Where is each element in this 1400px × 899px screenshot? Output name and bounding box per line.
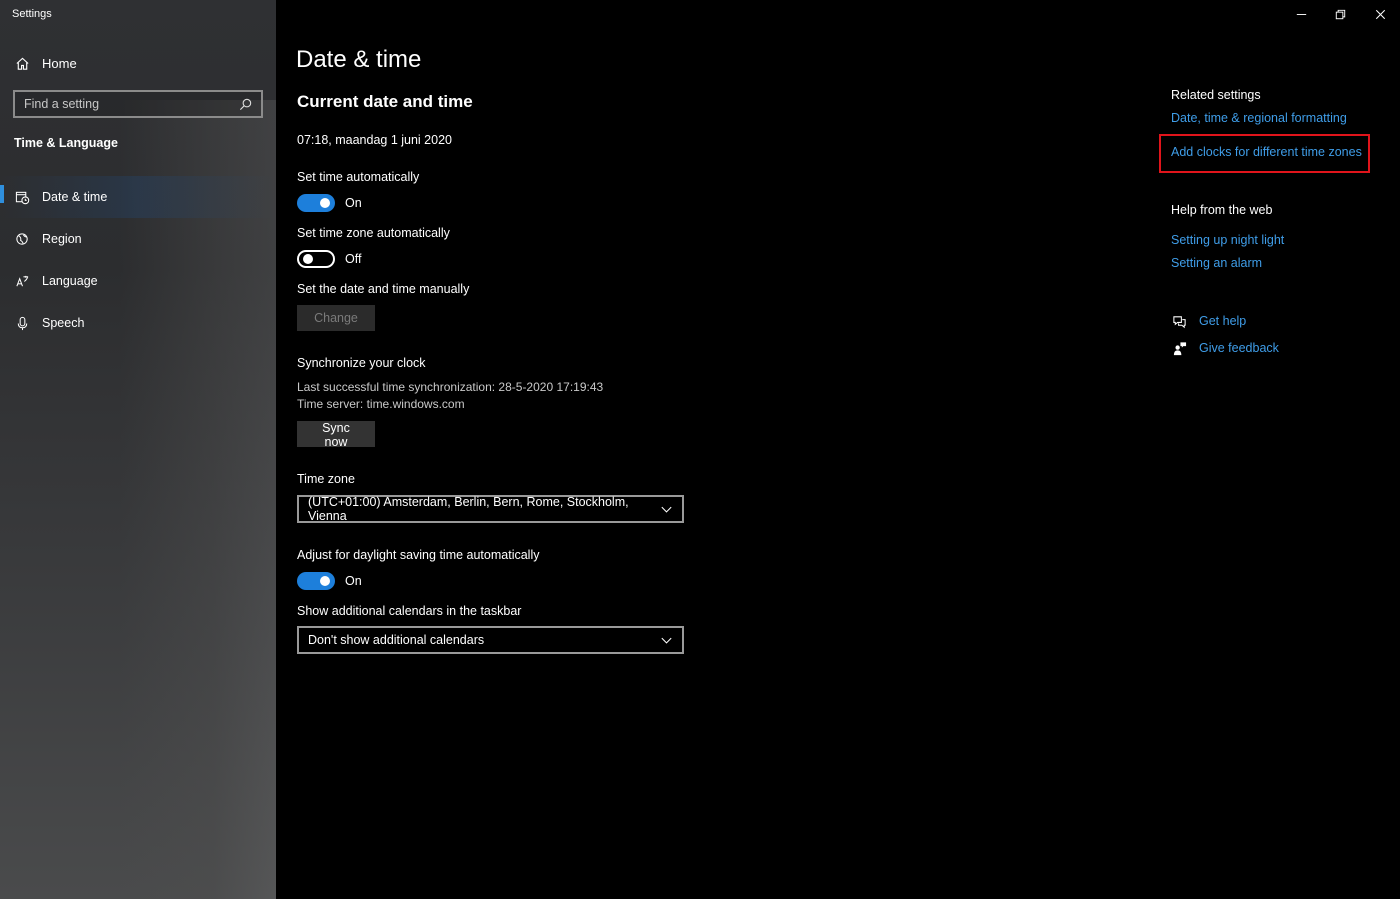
section-heading-current: Current date and time bbox=[297, 92, 473, 111]
sidebar-item-label: Language bbox=[42, 274, 98, 288]
nav-home-label: Home bbox=[42, 55, 77, 71]
home-icon bbox=[14, 55, 30, 71]
dst-toggle[interactable] bbox=[297, 572, 335, 590]
time-server-text: Time server: time.windows.com bbox=[297, 397, 465, 411]
app-title: Settings bbox=[12, 8, 52, 20]
chat-help-icon bbox=[1171, 313, 1187, 329]
sidebar-item-label: Speech bbox=[42, 316, 85, 330]
dst-label: Adjust for daylight saving time automati… bbox=[297, 548, 540, 562]
sidebar-nav: Date & time Region Language Speech bbox=[0, 176, 276, 344]
set-timezone-auto-toggle[interactable] bbox=[297, 250, 335, 268]
page-title: Date & time bbox=[296, 46, 422, 73]
set-timezone-auto-state: Off bbox=[345, 252, 362, 266]
sidebar-item-date-time[interactable]: Date & time bbox=[0, 176, 276, 218]
link-night-light[interactable]: Setting up night light bbox=[1171, 233, 1284, 247]
give-feedback-row[interactable]: Give feedback bbox=[1171, 340, 1279, 356]
related-heading: Related settings bbox=[1171, 88, 1261, 102]
toggle-knob bbox=[320, 198, 330, 208]
give-feedback-link[interactable]: Give feedback bbox=[1199, 341, 1279, 355]
sidebar-item-label: Date & time bbox=[42, 190, 108, 204]
change-button[interactable]: Change bbox=[297, 305, 375, 331]
link-alarm[interactable]: Setting an alarm bbox=[1171, 256, 1262, 270]
current-datetime: 07:18, maandag 1 juni 2020 bbox=[297, 133, 452, 147]
set-time-auto-label: Set time automatically bbox=[297, 170, 420, 184]
search-icon[interactable] bbox=[237, 96, 253, 112]
set-time-auto-toggle[interactable] bbox=[297, 194, 335, 212]
get-help-row[interactable]: Get help bbox=[1171, 313, 1246, 329]
chevron-down-icon bbox=[658, 632, 674, 648]
timezone-label: Time zone bbox=[297, 472, 355, 486]
set-timezone-auto-label: Set time zone automatically bbox=[297, 226, 450, 240]
search-field[interactable] bbox=[13, 90, 263, 118]
dst-row: On bbox=[297, 572, 362, 590]
calendars-dropdown[interactable]: Don't show additional calendars bbox=[297, 626, 684, 654]
calendar-clock-icon bbox=[14, 189, 30, 205]
link-regional-formatting[interactable]: Date, time & regional formatting bbox=[1171, 111, 1347, 125]
sidebar-item-speech[interactable]: Speech bbox=[0, 302, 276, 344]
calendars-selected: Don't show additional calendars bbox=[308, 633, 485, 647]
manual-label: Set the date and time manually bbox=[297, 282, 470, 296]
sync-label: Synchronize your clock bbox=[297, 356, 426, 370]
timezone-selected: (UTC+01:00) Amsterdam, Berlin, Bern, Rom… bbox=[308, 495, 629, 523]
highlight-box bbox=[1159, 134, 1370, 173]
search-input[interactable] bbox=[24, 97, 224, 111]
sync-now-button[interactable]: Sync now bbox=[297, 421, 375, 449]
sidebar-item-label: Region bbox=[42, 232, 82, 246]
language-icon bbox=[14, 273, 30, 289]
last-sync-text: Last successful time synchronization: 28… bbox=[297, 380, 604, 394]
chevron-down-icon bbox=[659, 501, 674, 517]
toggle-knob bbox=[320, 576, 330, 586]
sidebar-item-region[interactable]: Region bbox=[0, 218, 276, 260]
help-heading: Help from the web bbox=[1171, 203, 1273, 217]
toggle-knob bbox=[303, 254, 313, 264]
feedback-icon bbox=[1171, 340, 1187, 356]
nav-home[interactable]: Home bbox=[14, 52, 77, 74]
microphone-icon bbox=[14, 315, 30, 331]
set-time-auto-row: On bbox=[297, 194, 362, 212]
sidebar-item-language[interactable]: Language bbox=[0, 260, 276, 302]
set-time-auto-state: On bbox=[345, 196, 362, 210]
timezone-dropdown[interactable]: (UTC+01:00) Amsterdam, Berlin, Bern, Rom… bbox=[297, 495, 684, 523]
set-timezone-auto-row: Off bbox=[297, 250, 361, 268]
globe-icon bbox=[14, 231, 30, 247]
sidebar: Settings Home Time & Language Date & tim… bbox=[0, 0, 276, 899]
get-help-link[interactable]: Get help bbox=[1199, 314, 1246, 328]
dst-state: On bbox=[345, 574, 362, 588]
sidebar-section-title: Time & Language bbox=[14, 136, 118, 150]
calendars-label: Show additional calendars in the taskbar bbox=[297, 604, 522, 618]
